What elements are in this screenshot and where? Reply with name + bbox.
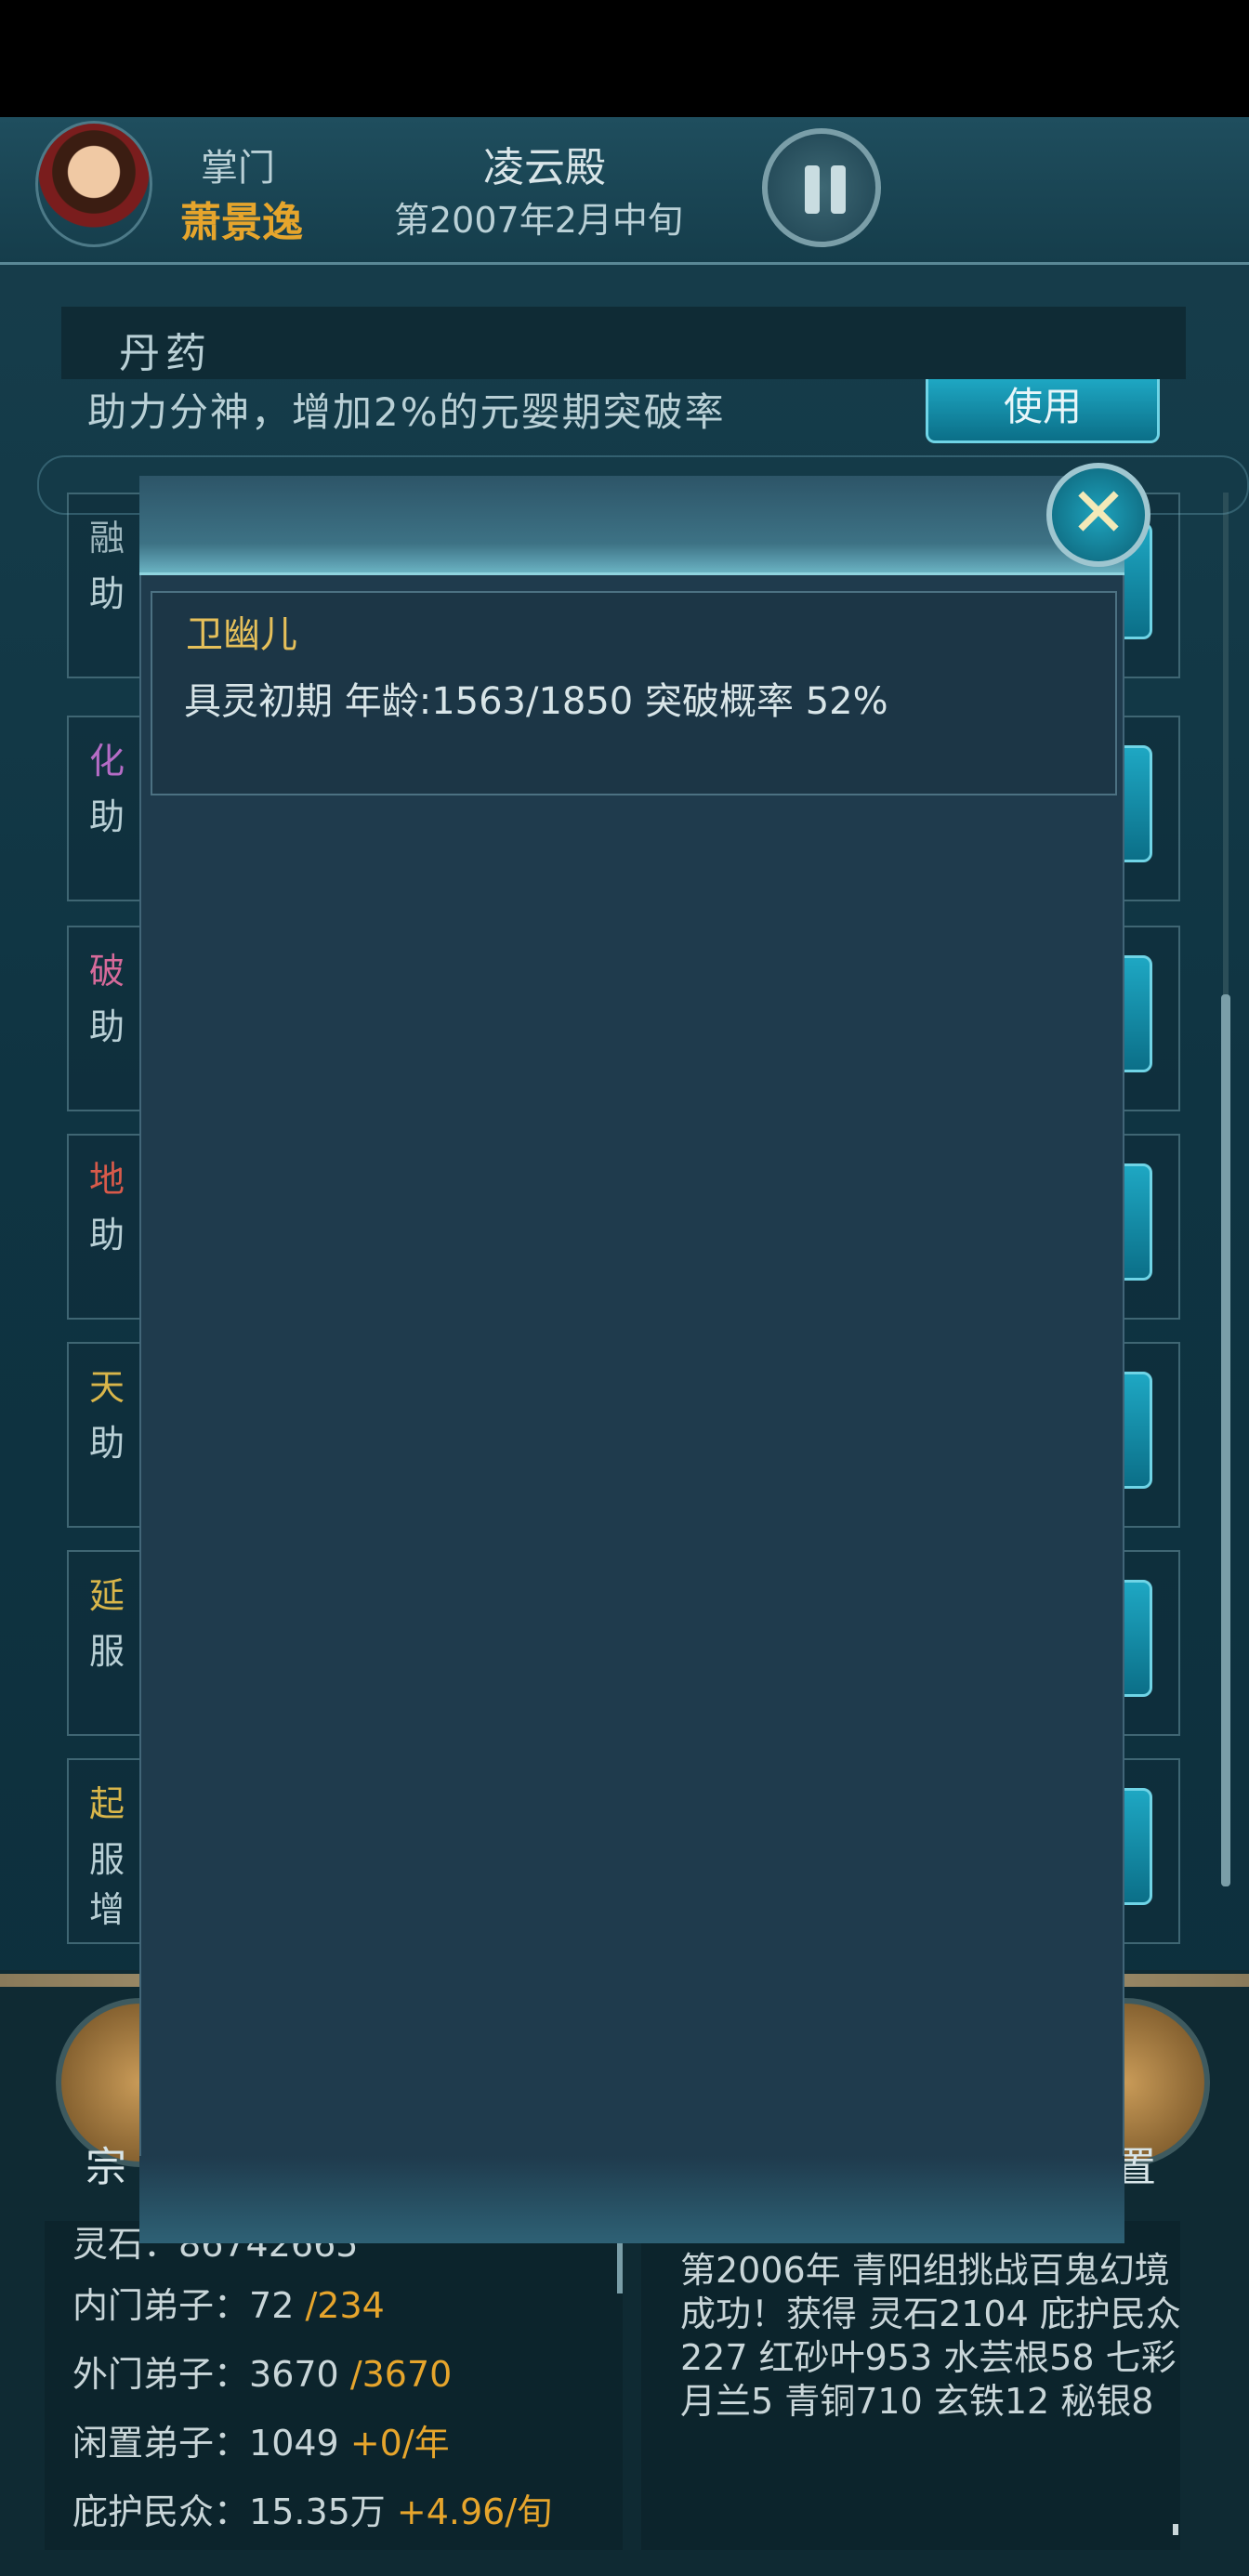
- character-info: 具灵初期 年龄:1563/1850 突破概率 52%: [184, 680, 888, 723]
- item-desc-extra: 增: [89, 1889, 125, 1930]
- sect-button-label: 宗: [85, 2144, 126, 2191]
- sect-name: 凌云殿: [483, 144, 606, 191]
- item-title: 破: [89, 951, 125, 992]
- stat-protected-people: 庇护民众：15.35万 +4.96/旬: [72, 2491, 553, 2532]
- item-title: 起: [89, 1783, 125, 1824]
- log-scrollbar[interactable]: [1173, 2524, 1178, 2535]
- item-description: 助力分神，增加2%的元婴期突破率: [87, 389, 726, 435]
- scrollbar-thumb[interactable]: [1221, 994, 1230, 1886]
- event-log-panel[interactable]: 第2006年 青阳组挑战百鬼幻境成功！获得 灵石2104 庇护民众227 红砂叶…: [641, 2221, 1181, 2550]
- close-icon[interactable]: ✕: [1046, 463, 1150, 567]
- item-title: 地: [89, 1159, 125, 1200]
- item-title: 延: [89, 1575, 125, 1616]
- section-tab: [61, 307, 1186, 379]
- leader-role: 掌门: [201, 147, 275, 190]
- leader-avatar[interactable]: [35, 121, 152, 247]
- item-desc: 助: [89, 796, 125, 837]
- event-log-text: 第2006年 青阳组挑战百鬼幻境成功！获得 灵石2104 庇护民众227 红砂叶…: [680, 2250, 1181, 2422]
- dialog-footer: [139, 2156, 1124, 2243]
- item-title: 天: [89, 1367, 125, 1408]
- dialog-header: [139, 476, 1124, 575]
- item-desc: 助: [89, 573, 125, 614]
- pause-icon: [805, 165, 820, 214]
- item-title: 融: [89, 518, 125, 559]
- item-title: 化: [89, 741, 125, 782]
- stat-inner-disciples: 内门弟子：72 /234: [72, 2285, 385, 2326]
- item-desc: 助: [89, 1423, 125, 1464]
- character-name: 卫幽儿: [186, 613, 297, 656]
- item-desc: 助: [89, 1006, 125, 1047]
- item-desc: 助: [89, 1215, 125, 1255]
- stats-panel: 灵石：86742665 内门弟子：72 /234 外门弟子：3670 /3670…: [45, 2221, 623, 2550]
- item-desc: 服: [89, 1839, 125, 1880]
- game-date: 第2007年2月中旬: [394, 200, 683, 241]
- stat-outer-disciples: 外门弟子：3670 /3670: [72, 2354, 453, 2395]
- stat-idle-disciples: 闲置弟子：1049 +0/年: [72, 2423, 450, 2464]
- use-button[interactable]: 使用: [926, 379, 1160, 443]
- leader-name: 萧景逸: [180, 199, 303, 246]
- item-desc: 服: [89, 1631, 125, 1672]
- pause-button[interactable]: [762, 128, 881, 247]
- section-title: 丹药: [119, 330, 212, 377]
